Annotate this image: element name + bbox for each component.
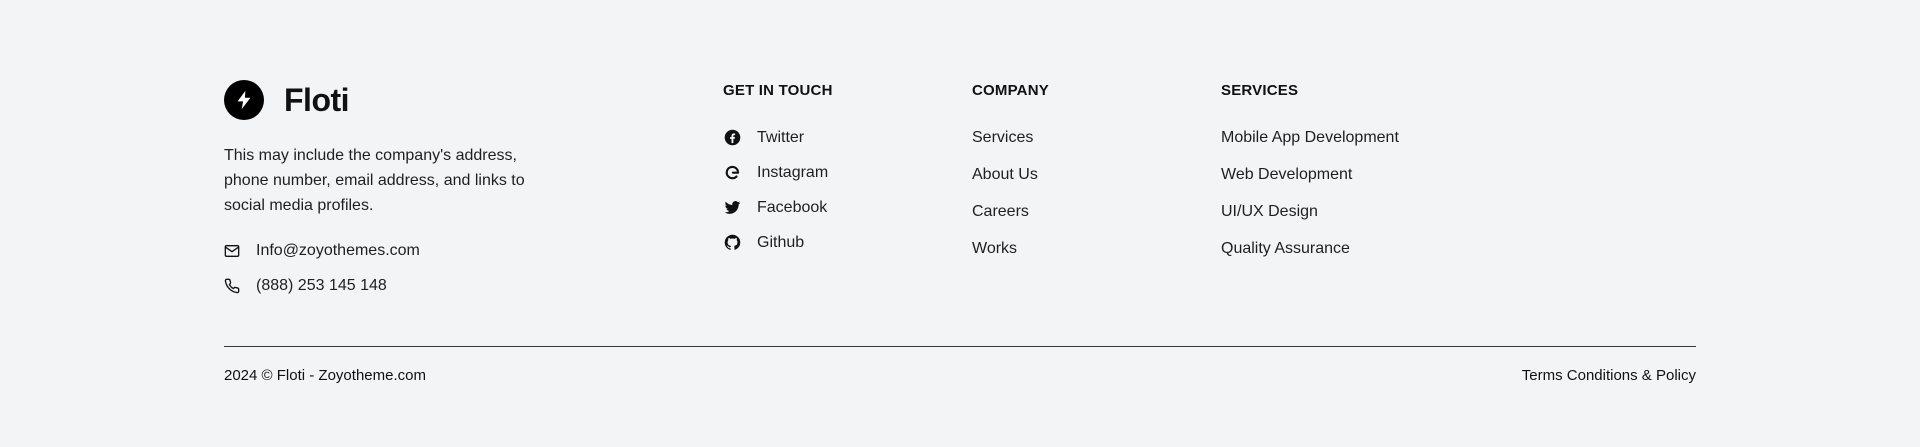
social-link-twitter[interactable]: Twitter [723,120,828,155]
company-link-services[interactable]: Services [972,119,1038,156]
phone-icon [224,278,240,294]
facebook-icon [723,129,741,147]
company-link-about-us[interactable]: About Us [972,156,1038,193]
twitter-icon [723,199,741,217]
social-link-github[interactable]: Github [723,225,828,260]
contact-email-text: Info@zoyothemes.com [256,242,420,259]
service-link-quality-assurance[interactable]: Quality Assurance [1221,230,1399,267]
social-label: Twitter [757,128,805,146]
copyright-text: 2024 © Floti - Zoyotheme.com [224,367,426,384]
social-label: Instagram [757,163,829,181]
service-link-web-development[interactable]: Web Development [1221,156,1399,193]
service-link-mobile-app[interactable]: Mobile App Development [1221,119,1399,156]
brand-description: This may include the company's address, … [224,147,525,214]
service-link-ui-ux[interactable]: UI/UX Design [1221,193,1399,230]
services-title: SERVICES [1221,82,1299,99]
footer-divider [224,346,1696,347]
company-list: Services About Us Careers Works [972,119,1038,267]
social-label: Facebook [757,198,828,216]
contact-phone[interactable]: (888) 253 145 148 [224,277,387,295]
brand[interactable]: Floti [224,80,350,120]
contact-phone-text: (888) 253 145 148 [256,277,387,294]
terms-policy-link[interactable]: Terms Conditions & Policy [1522,367,1696,384]
site-footer: Floti This may include the company's add… [0,0,1920,447]
social-label: Github [757,233,805,251]
social-link-facebook[interactable]: Facebook [723,190,828,225]
github-icon [723,234,741,252]
google-icon [723,164,741,182]
company-link-careers[interactable]: Careers [972,193,1038,230]
company-link-works[interactable]: Works [972,230,1038,267]
mail-icon [224,243,240,259]
get-in-touch-title: GET IN TOUCH [723,82,833,99]
social-list: Twitter Instagram Facebook Github [723,120,828,260]
company-title: COMPANY [972,82,1049,99]
contact-email[interactable]: Info@zoyothemes.com [224,242,420,260]
brand-name: Floti [284,82,350,118]
bolt-icon [224,80,264,120]
social-link-instagram[interactable]: Instagram [723,155,828,190]
services-list: Mobile App Development Web Development U… [1221,119,1399,267]
